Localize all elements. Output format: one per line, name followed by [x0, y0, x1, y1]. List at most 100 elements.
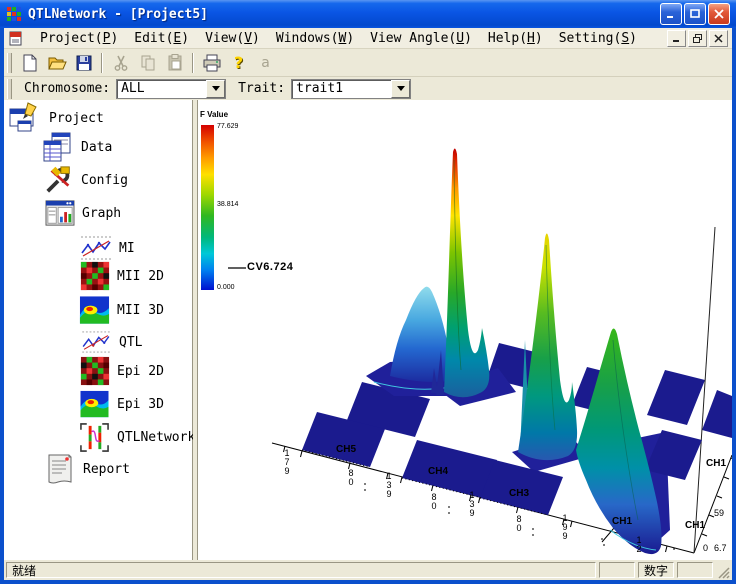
x-chromosome-label: CH5 — [336, 444, 356, 455]
toolbar-grip[interactable] — [7, 53, 12, 73]
menu-windows[interactable]: Windows(W) — [268, 30, 362, 47]
menu-edit[interactable]: Edit(E) — [126, 30, 197, 47]
open-folder-button[interactable] — [44, 51, 69, 75]
document-icon — [8, 30, 24, 46]
legend-tick-max: 77.629 — [217, 123, 238, 130]
save-button[interactable] — [71, 51, 96, 75]
print-button[interactable] — [199, 51, 224, 75]
sidebar-item-graph[interactable]: Graph — [45, 199, 121, 227]
config-icon — [44, 165, 74, 195]
graph-icon — [45, 199, 75, 227]
mdi-minimize-button[interactable] — [667, 30, 686, 47]
sidebar-item-project[interactable]: Project — [8, 102, 104, 134]
sidebar-item-mii-3d[interactable]: MII 3D — [79, 295, 164, 325]
line-chart-icon — [80, 236, 112, 260]
toolbar-separator — [101, 53, 103, 73]
maximize-icon — [690, 9, 700, 19]
line-chart-icon — [80, 331, 112, 353]
sidebar-item-config[interactable]: Config — [44, 165, 128, 195]
minimize-button[interactable] — [660, 3, 682, 25]
chevron-down-icon — [397, 86, 405, 91]
qtl-network-icon — [79, 422, 110, 453]
trait-label: Trait: — [238, 81, 285, 96]
depth-axis-ticks — [702, 458, 732, 536]
depth-axis-label: CH1 — [706, 458, 726, 469]
copy-icon — [138, 53, 158, 73]
trait-select[interactable]: trait1 — [291, 79, 411, 99]
trait-dropdown-button[interactable] — [391, 80, 410, 98]
status-pane-scrl — [677, 562, 713, 578]
new-document-button[interactable] — [17, 51, 42, 75]
peak-yellow — [518, 233, 577, 460]
x-tick-label: 80 — [346, 468, 355, 486]
depth-tick-label: 0 — [703, 543, 708, 553]
status-message: 就绪 — [6, 562, 596, 578]
print-icon — [202, 53, 222, 73]
heatmap-icon — [80, 261, 110, 291]
font-icon: a — [261, 55, 270, 71]
x-chromosome-label: CH1 — [612, 516, 632, 527]
sidebar-item-epi-3d[interactable]: Epi 3D — [79, 390, 164, 418]
toolbar: ? a — [4, 49, 732, 77]
filterbar-grip[interactable] — [7, 79, 12, 99]
trait-value: trait1 — [292, 81, 391, 96]
project-icon — [8, 102, 42, 134]
surface-plot-canvas — [198, 100, 732, 560]
sidebar-item-data[interactable]: Data — [42, 131, 112, 163]
x-tick-label: 139 — [467, 490, 476, 517]
x-chromosome-label: CH3 — [509, 488, 529, 499]
report-icon — [44, 452, 76, 486]
heatmap-icon — [80, 356, 110, 386]
data-icon — [42, 131, 74, 163]
sidebar-item-qtlnetwork[interactable]: QTLNetwork — [79, 422, 195, 453]
app-window: QTLNetwork - [Project5] Project(P) Edit(… — [0, 0, 736, 584]
menu-setting[interactable]: Setting(S) — [551, 30, 645, 47]
depth-tick-label: 59 — [714, 508, 724, 518]
mdi-restore-icon — [693, 34, 702, 43]
status-pane-caps — [599, 562, 635, 578]
sidebar-item-qtl[interactable]: QTL — [80, 331, 142, 353]
plot-area[interactable]: F Value 77.629 38.814 0.000 CV6.724 CH5 … — [198, 100, 732, 560]
sidebar-item-mii-2d[interactable]: MII 2D — [80, 261, 164, 291]
app-logo-icon — [6, 6, 22, 22]
help-button[interactable]: ? — [226, 51, 251, 75]
close-button[interactable] — [708, 3, 730, 25]
main-area: Project Data — [4, 100, 732, 560]
status-bar: 就绪 数字 — [4, 560, 732, 580]
sidebar-item-report[interactable]: Report — [44, 452, 130, 486]
cv-threshold-label: CV6.724 — [247, 261, 293, 273]
minimize-icon — [666, 9, 676, 19]
toolbar-separator — [192, 53, 194, 73]
menu-view-angle[interactable]: View Angle(U) — [362, 30, 480, 47]
open-folder-icon — [47, 53, 67, 73]
maximize-button[interactable] — [684, 3, 706, 25]
window-title: QTLNetwork - [Project5] — [28, 7, 208, 22]
menu-project[interactable]: Project(P) — [32, 30, 126, 47]
font-button: a — [253, 51, 278, 75]
sidebar-item-epi-2d[interactable]: Epi 2D — [80, 356, 164, 386]
paste-icon — [165, 53, 185, 73]
mdi-close-button[interactable] — [709, 30, 728, 47]
filter-bar: Chromosome: ALL Trait: trait1 — [4, 77, 732, 101]
legend-tick-min: 0.000 — [217, 284, 235, 291]
sidebar-item-mi[interactable]: MI — [80, 236, 135, 260]
cut-icon — [111, 53, 131, 73]
menu-help[interactable]: Help(H) — [480, 30, 551, 47]
chromosome-select[interactable]: ALL — [116, 79, 226, 99]
copy-button — [135, 51, 160, 75]
chromosome-dropdown-button[interactable] — [206, 80, 225, 98]
status-pane-num: 数字 — [638, 562, 674, 578]
mdi-minimize-icon — [672, 34, 681, 43]
x-chromosome-label: CH4 — [428, 466, 448, 477]
new-document-icon — [20, 53, 40, 73]
title-bar: QTLNetwork - [Project5] — [0, 0, 736, 28]
legend-colorbar — [201, 125, 214, 290]
menu-view[interactable]: View(V) — [197, 30, 268, 47]
mdi-restore-button[interactable] — [688, 30, 707, 47]
x-tick-label: 80 — [429, 492, 438, 510]
resize-grip[interactable] — [716, 563, 730, 579]
depth-axis-base-label: CH1 — [685, 520, 705, 531]
legend-tick-mid: 38.814 — [217, 201, 238, 208]
mdi-close-icon — [714, 34, 723, 43]
depth-tick-label: 6.7 — [714, 543, 727, 553]
